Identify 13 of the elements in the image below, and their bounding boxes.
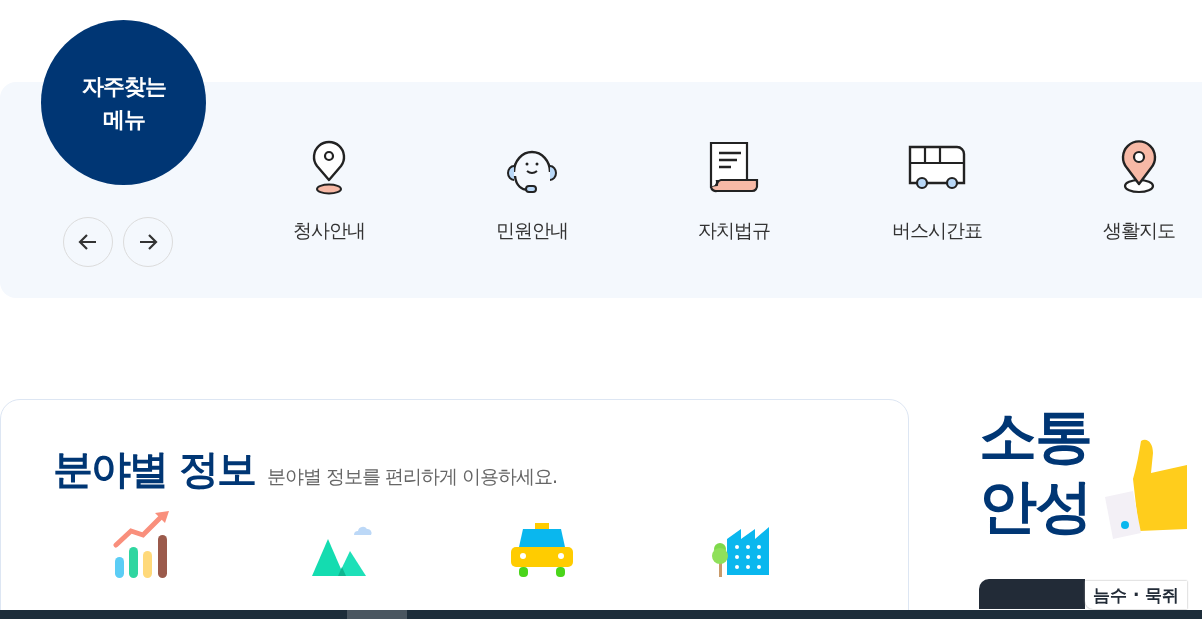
- quick-menu-item[interactable]: 생활지도: [1038, 140, 1202, 298]
- taxi-icon[interactable]: [510, 523, 573, 579]
- notice-tab[interactable]: 늠수 · 묵쥐: [1085, 581, 1188, 609]
- section-subtitle: 분야별 정보를 편리하게 이용하세요.: [266, 464, 558, 489]
- previous-button[interactable]: [63, 217, 113, 267]
- quick-menu-item[interactable]: 민원안내: [430, 140, 633, 298]
- next-button[interactable]: [123, 217, 173, 267]
- bar-chart-icon[interactable]: [113, 511, 171, 579]
- banner-title: 소통 안성: [979, 401, 1091, 542]
- section-title: 분야별 정보: [53, 445, 255, 494]
- quick-menu-item[interactable]: 버스시간표: [835, 140, 1038, 298]
- quick-menu-item[interactable]: 자치법규: [633, 140, 836, 298]
- quick-menu-item[interactable]: 청사안내: [228, 140, 431, 298]
